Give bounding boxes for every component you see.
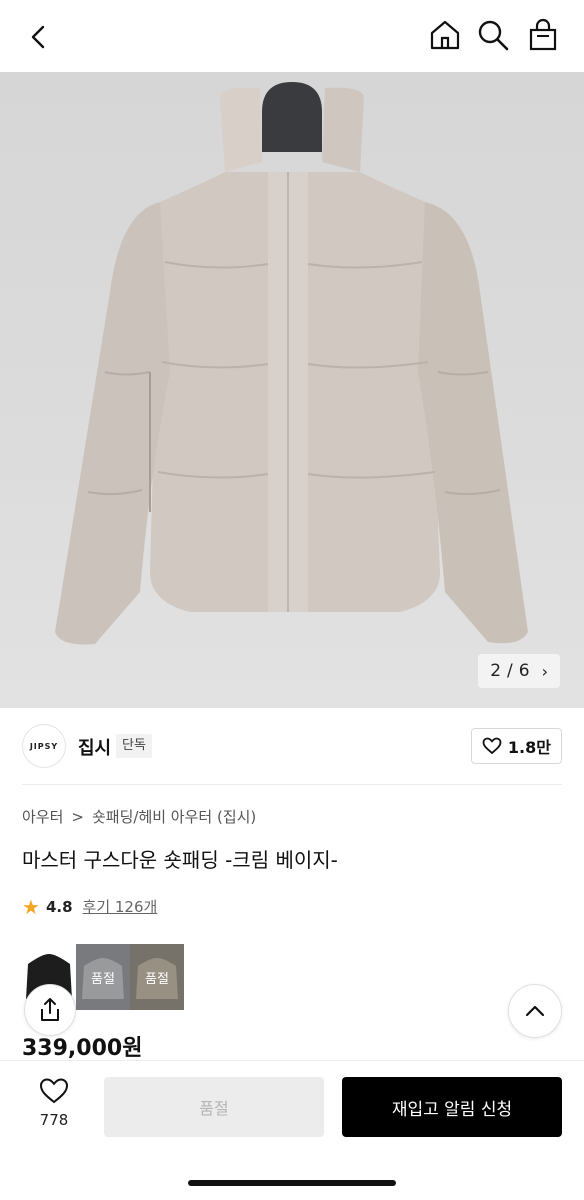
bottom-action-bar: 778 품절 재입고 알림 신청 (0, 1060, 584, 1200)
soldout-button: 품절 (104, 1077, 324, 1137)
gallery-page-separator: / (507, 661, 513, 681)
breadcrumb: 아우터 > 숏패딩/헤비 아우터 (집시) (22, 806, 256, 827)
share-button[interactable] (24, 984, 76, 1036)
exclusive-badge: 단독 (116, 734, 152, 758)
brand-row: JIPSY 집시 단독 1.8만 (0, 708, 584, 784)
chevron-up-icon (525, 1005, 545, 1017)
breadcrumb-subcategory[interactable]: 숏패딩/헤비 아우터 (집시) (92, 806, 256, 827)
gallery-pager[interactable]: 2 / 6 › (478, 654, 560, 688)
brand-name[interactable]: 집시 (78, 734, 111, 760)
color-option-grey[interactable]: 품절 (76, 944, 130, 1010)
brand-like-count: 1.8만 (507, 738, 551, 757)
restock-alert-button[interactable]: 재입고 알림 신청 (342, 1077, 562, 1137)
gallery-current-page: 2 (490, 661, 502, 681)
divider (22, 784, 562, 785)
rating-row: ★ 4.8 후기 126개 (22, 896, 157, 917)
share-icon (41, 998, 59, 1021)
rating-score: 4.8 (45, 897, 73, 916)
wishlist-count: 778 (39, 1111, 69, 1129)
heart-icon (482, 737, 502, 755)
home-icon[interactable] (428, 18, 462, 52)
scroll-to-top-button[interactable] (508, 984, 562, 1038)
product-title: 마스터 구스다운 숏패딩 -크림 베이지- (22, 848, 338, 872)
breadcrumb-separator: > (71, 807, 84, 826)
brand-logo[interactable]: JIPSY (22, 724, 66, 768)
soldout-label: 품절 (130, 944, 184, 1010)
product-image-gallery[interactable]: 2 / 6 › (0, 72, 584, 708)
product-price: 339,000원 (22, 1036, 143, 1061)
breadcrumb-category[interactable]: 아우터 (22, 806, 63, 827)
soldout-label: 품절 (76, 944, 130, 1010)
wishlist-button[interactable]: 778 (24, 1077, 84, 1129)
home-indicator (188, 1180, 396, 1186)
search-icon[interactable] (476, 18, 510, 52)
chevron-left-icon[interactable] (22, 20, 56, 54)
color-option-beige[interactable]: 품절 (130, 944, 184, 1010)
star-icon: ★ (22, 894, 40, 919)
gallery-total-pages: 6 (518, 661, 530, 681)
heart-icon (39, 1078, 69, 1104)
chevron-right-icon: › (541, 661, 548, 681)
reviews-link[interactable]: 후기 126개 (83, 896, 158, 917)
shopping-bag-icon[interactable] (526, 18, 560, 52)
product-jacket-image (55, 82, 528, 645)
brand-like-button[interactable]: 1.8만 (470, 728, 562, 764)
top-navigation-bar (0, 0, 584, 72)
